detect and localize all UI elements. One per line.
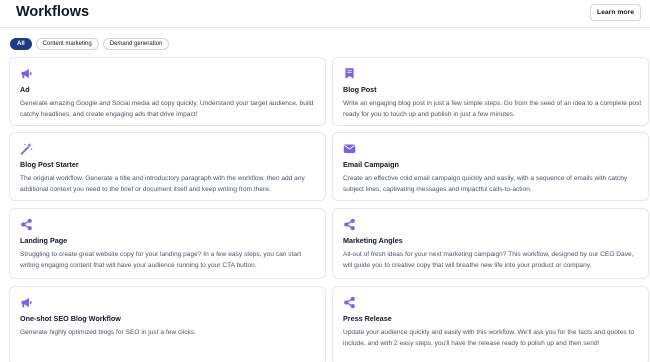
workflow-card[interactable]: Blog Post Write an engaging blog post in… — [332, 57, 649, 126]
workflow-description: Struggling to create great website copy … — [20, 251, 302, 269]
workflow-title: Blog Post Starter — [20, 160, 79, 169]
filter-bar: All Content marketing Demand generation — [10, 38, 170, 50]
magic-wand-icon — [20, 142, 33, 155]
learn-more-button[interactable]: Learn more — [589, 4, 641, 21]
filter-chip-all[interactable]: All — [10, 38, 32, 50]
workflow-description: Write an engaging blog post in just a fe… — [343, 100, 642, 118]
megaphone-icon — [21, 298, 32, 308]
workflow-title: One-shot SEO Blog Workflow — [20, 314, 121, 323]
bookmark-icon — [345, 68, 354, 79]
filter-chip-content-marketing[interactable]: Content marketing — [35, 38, 99, 50]
workflow-card[interactable]: Marketing Angles All-out of fresh ideas … — [332, 208, 649, 279]
workflow-title: Press Release — [343, 314, 392, 323]
workflow-description: Update your audience quickly and easily … — [343, 329, 635, 347]
share-icon — [344, 296, 355, 309]
workflow-description: Create an effective cold email campaign … — [343, 175, 628, 193]
workflow-description: The original workflow. Generate a title … — [20, 175, 305, 193]
workflow-description: Generate highly optimized blogs for SEO … — [20, 329, 196, 336]
share-icon — [21, 218, 32, 231]
workflow-description: Generate amazing Google and Social media… — [20, 100, 314, 118]
workflow-card[interactable]: Blog Post Starter The original workflow.… — [9, 132, 326, 201]
workflow-card[interactable]: Press Release Update your audience quick… — [332, 286, 649, 362]
workflow-card[interactable]: Ad Generate amazing Google and Social me… — [9, 57, 326, 126]
megaphone-icon — [21, 69, 32, 79]
envelope-icon — [343, 144, 356, 153]
page-header: Workflows Learn more — [0, 0, 650, 28]
workflow-card[interactable]: One-shot SEO Blog Workflow Generate high… — [9, 286, 326, 362]
workflow-title: Ad — [20, 85, 30, 94]
workflow-title: Blog Post — [343, 85, 377, 94]
workflow-title: Email Campaign — [343, 160, 399, 169]
workflow-description: All-out of fresh ideas for your next mar… — [343, 251, 634, 269]
workflow-title: Marketing Angles — [343, 236, 403, 245]
share-icon — [344, 218, 355, 231]
page-title: Workflows — [16, 4, 90, 20]
workflow-title: Landing Page — [20, 236, 68, 245]
filter-chip-demand-generation[interactable]: Demand generation — [102, 38, 170, 50]
workflow-card[interactable]: Landing Page Struggling to create great … — [9, 208, 326, 279]
workflow-card[interactable]: Email Campaign Create an effective cold … — [332, 132, 649, 201]
